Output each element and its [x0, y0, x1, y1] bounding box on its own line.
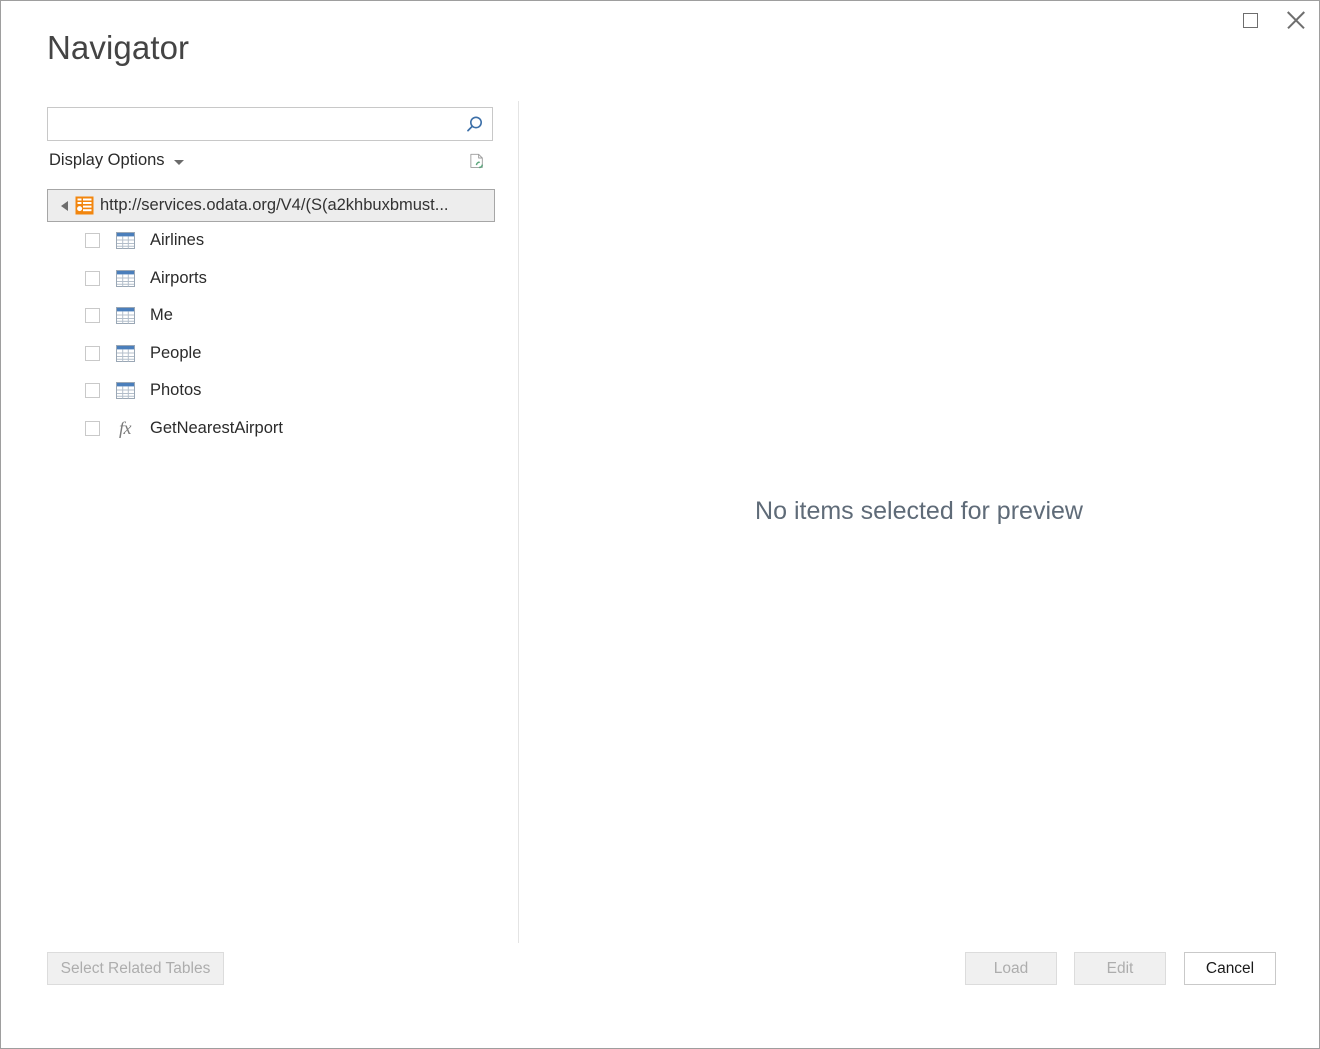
refresh-page-icon	[468, 151, 486, 174]
cancel-label: Cancel	[1206, 961, 1254, 977]
tree-item-label: Photos	[150, 381, 201, 400]
close-button[interactable]	[1273, 1, 1319, 39]
tree-item-getnearestairport[interactable]: fx GetNearestAirport	[47, 410, 495, 448]
tree-item-checkbox[interactable]	[85, 421, 100, 436]
preview-pane: No items selected for preview	[519, 93, 1319, 938]
function-icon: fx	[114, 419, 136, 437]
dialog-footer: Select Related Tables Load Edit Cancel	[1, 938, 1319, 1048]
table-icon	[114, 345, 136, 362]
window-controls	[1227, 1, 1319, 39]
tree-item-label: Me	[150, 306, 173, 325]
tree-root-item[interactable]: http://services.odata.org/V4/(S(a2khbuxb…	[47, 189, 495, 222]
tree-item-label: Airlines	[150, 231, 204, 250]
search-button[interactable]	[456, 108, 492, 140]
table-icon	[114, 232, 136, 249]
select-related-tables-button[interactable]: Select Related Tables	[47, 952, 224, 985]
chevron-down-icon	[174, 160, 184, 165]
tree-expander[interactable]	[55, 201, 73, 211]
display-options-label: Display Options	[49, 151, 165, 170]
edit-button[interactable]: Edit	[1074, 952, 1166, 985]
display-options-row: Display Options	[47, 149, 493, 179]
search-input[interactable]	[48, 108, 456, 140]
tree-children: Airlines	[47, 222, 495, 447]
maximize-button[interactable]	[1227, 1, 1273, 39]
load-label: Load	[994, 961, 1028, 977]
tree-item-photos[interactable]: Photos	[47, 372, 495, 410]
triangle-expander-icon	[61, 201, 68, 211]
tree-item-label: GetNearestAirport	[150, 419, 283, 438]
refresh-preview-button[interactable]	[462, 147, 492, 177]
close-icon	[1287, 11, 1305, 29]
cancel-button[interactable]: Cancel	[1184, 952, 1276, 985]
tree-item-airports[interactable]: Airports	[47, 260, 495, 298]
maximize-icon	[1243, 13, 1258, 28]
load-button[interactable]: Load	[965, 952, 1057, 985]
search-box[interactable]	[47, 107, 493, 141]
left-pane: Display Options	[1, 93, 518, 938]
title-bar: Navigator	[1, 1, 1319, 93]
tree-item-checkbox[interactable]	[85, 271, 100, 286]
tree-item-checkbox[interactable]	[85, 233, 100, 248]
preview-empty-message: No items selected for preview	[519, 497, 1319, 526]
tree-item-label: Airports	[150, 269, 207, 288]
search-icon	[465, 115, 484, 134]
tree-root-label: http://services.odata.org/V4/(S(a2khbuxb…	[100, 196, 449, 215]
tree-item-people[interactable]: People	[47, 335, 495, 373]
table-icon	[114, 307, 136, 324]
select-related-tables-label: Select Related Tables	[61, 961, 211, 977]
odata-feed-icon	[75, 196, 94, 215]
edit-label: Edit	[1107, 961, 1134, 977]
table-icon	[114, 270, 136, 287]
tree-item-checkbox[interactable]	[85, 308, 100, 323]
tree-item-me[interactable]: Me	[47, 297, 495, 335]
tree-item-label: People	[150, 344, 201, 363]
navigation-tree: http://services.odata.org/V4/(S(a2khbuxb…	[47, 189, 495, 447]
tree-item-airlines[interactable]: Airlines	[47, 222, 495, 260]
tree-item-checkbox[interactable]	[85, 383, 100, 398]
table-icon	[114, 382, 136, 399]
page-title: Navigator	[47, 29, 189, 67]
display-options-dropdown[interactable]: Display Options	[47, 149, 186, 172]
tree-item-checkbox[interactable]	[85, 346, 100, 361]
navigator-dialog: Navigator Display Options	[0, 0, 1320, 1049]
